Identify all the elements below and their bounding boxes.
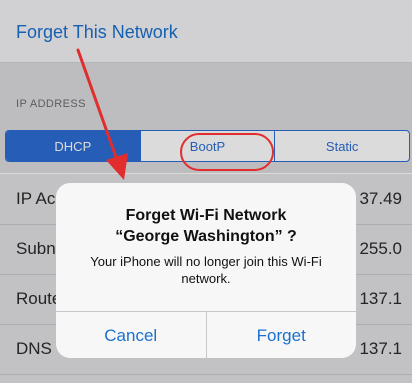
wifi-settings-screen: Forget This Network IP ADDRESS DHCP Boot… [0, 0, 412, 383]
red-arrow-annotation [76, 48, 128, 180]
